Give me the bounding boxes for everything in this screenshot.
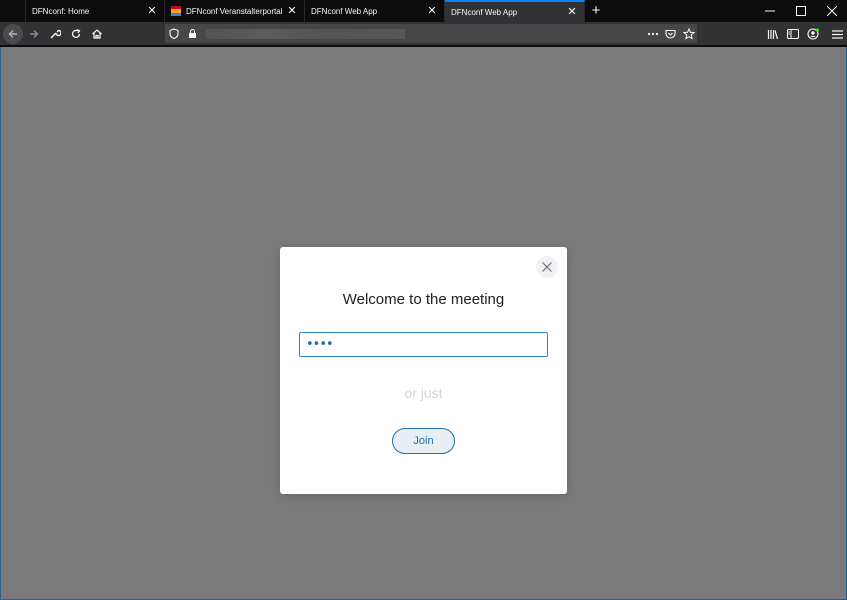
account-icon[interactable] (803, 24, 823, 44)
tab-strip-spacer (0, 0, 25, 22)
url-text-blurred[interactable] (205, 28, 405, 39)
home-icon[interactable] (87, 24, 107, 44)
close-dialog-icon[interactable] (536, 256, 558, 278)
menu-hamburger-icon[interactable] (827, 24, 847, 44)
dfn-flag-icon (171, 6, 181, 16)
close-tab-icon[interactable]: ✕ (426, 5, 438, 17)
tab-title: DFNconf Web App (451, 7, 518, 17)
sidebar-icon[interactable] (783, 24, 803, 44)
reload-icon[interactable] (66, 24, 86, 44)
url-actions (643, 24, 697, 44)
lock-icon[interactable] (183, 28, 201, 39)
tab-title: DFNconf: Home (32, 6, 90, 16)
tab-strip: DFNconf: Home ✕ DFNconf Veranstalterport… (0, 0, 847, 22)
window-controls (754, 0, 847, 22)
new-tab-icon[interactable]: + (585, 0, 607, 22)
join-button[interactable]: Join (392, 428, 455, 454)
bookmark-star-icon[interactable] (680, 24, 697, 44)
navigation-toolbar (0, 22, 847, 46)
tab-dfnconf-web-app[interactable]: DFNconf Web App ✕ (305, 0, 445, 22)
close-tab-icon[interactable]: ✕ (146, 5, 158, 17)
tab-title: DFNconf Web App (311, 6, 378, 16)
close-window-icon[interactable] (816, 0, 847, 22)
back-arrow-icon[interactable] (3, 23, 23, 44)
library-icon[interactable] (763, 24, 783, 44)
tab-dfnconf-veranstalterportal[interactable]: DFNconf Veranstalterportal ✕ (165, 0, 305, 22)
wrench-icon[interactable] (45, 24, 65, 44)
toolbar-right (763, 24, 847, 44)
pocket-icon[interactable] (662, 24, 679, 44)
join-meeting-dialog: Welcome to the meeting or just Join (280, 247, 567, 494)
url-bar[interactable] (165, 24, 697, 43)
or-just-text: or just (404, 385, 443, 401)
tracking-shield-icon[interactable] (165, 28, 183, 39)
dialog-title: Welcome to the meeting (342, 291, 505, 308)
tab-dfnconf-home[interactable]: DFNconf: Home ✕ (25, 0, 165, 22)
page-overlay: Welcome to the meeting or just Join (0, 47, 847, 600)
maximize-icon[interactable] (785, 0, 816, 22)
pin-field[interactable] (299, 332, 548, 357)
close-tab-icon[interactable]: ✕ (286, 5, 298, 17)
minimize-icon[interactable] (754, 0, 785, 22)
page-actions-icon[interactable] (644, 24, 661, 44)
tab-dfnconf-web-app-active[interactable]: DFNconf Web App ✕ (445, 0, 585, 22)
close-tab-icon[interactable]: ✕ (566, 6, 578, 18)
tab-title: DFNconf Veranstalterportal (186, 6, 283, 16)
forward-arrow-icon[interactable] (24, 24, 44, 44)
